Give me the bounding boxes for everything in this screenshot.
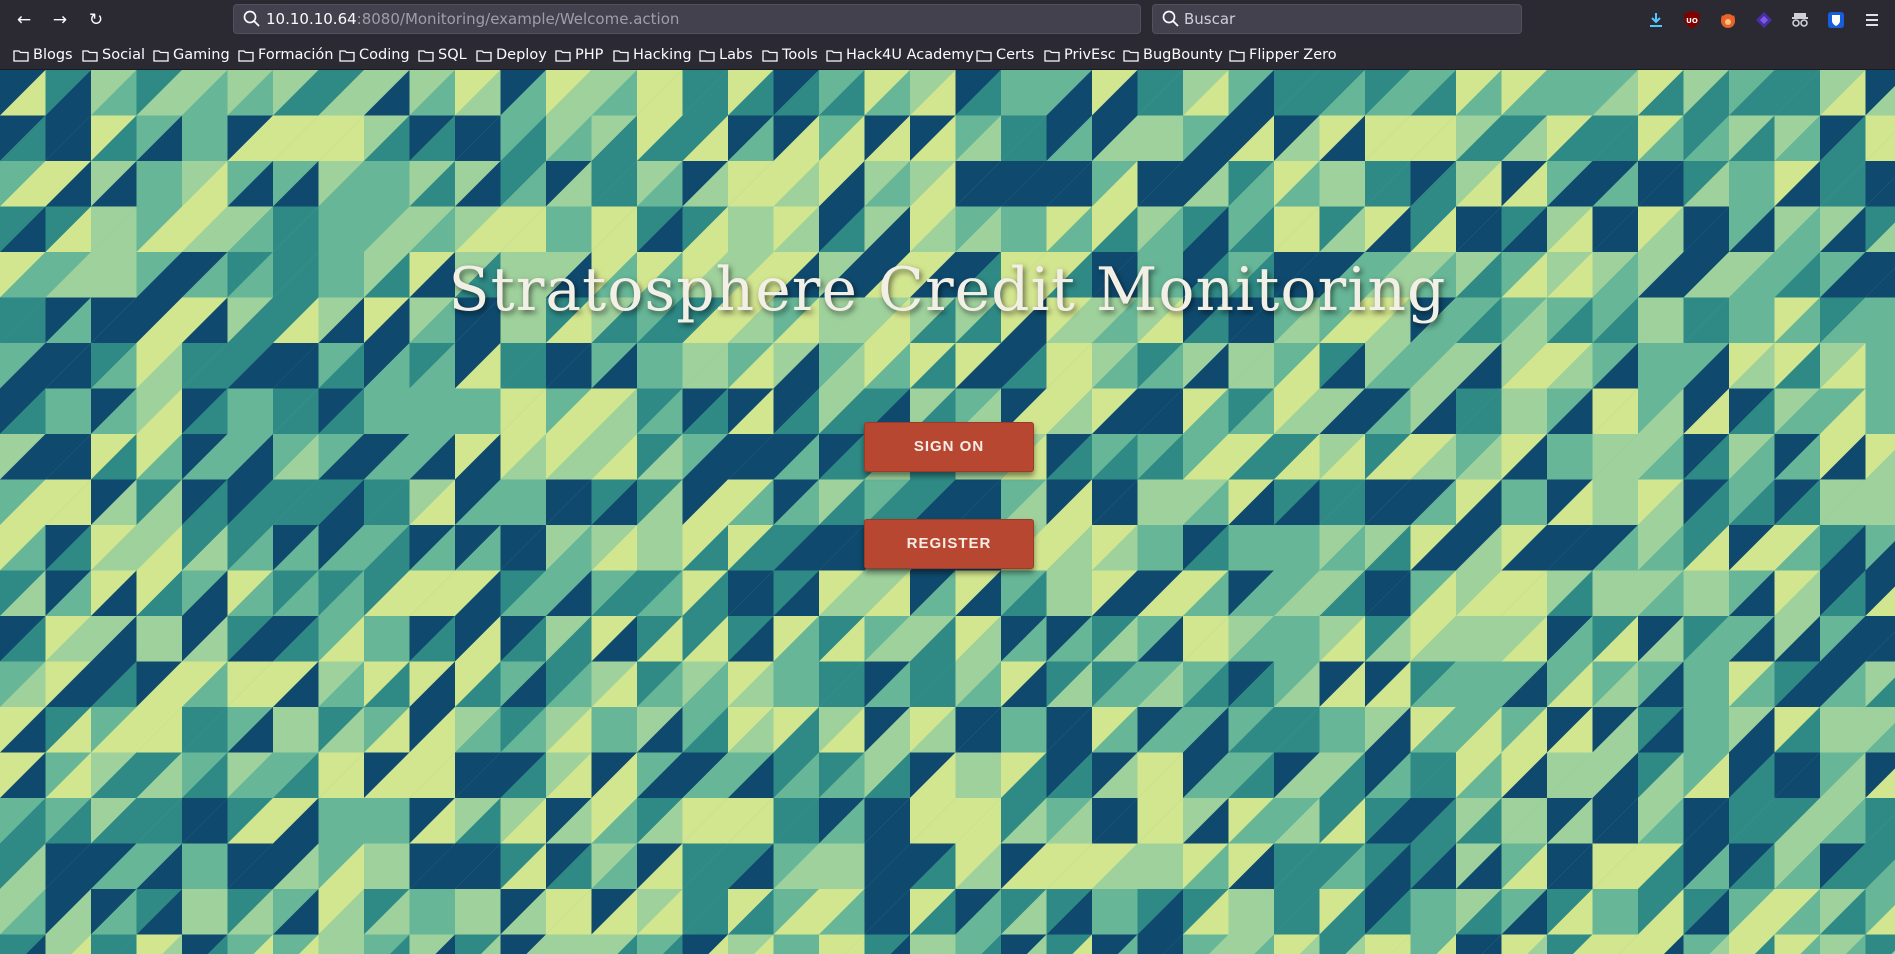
bookmark-folder-deploy[interactable]: Deploy bbox=[476, 45, 547, 65]
forward-icon[interactable]: → bbox=[48, 8, 72, 32]
bookmark-label: Hack4U Academy bbox=[846, 47, 974, 63]
folder-icon bbox=[418, 49, 434, 62]
search-placeholder: Buscar bbox=[1184, 10, 1236, 28]
folder-icon bbox=[238, 49, 254, 62]
bookmark-label: Hacking bbox=[633, 47, 692, 63]
folder-icon bbox=[82, 49, 98, 62]
folder-icon bbox=[476, 49, 492, 62]
bookmark-label: Social bbox=[102, 47, 145, 63]
bookmark-folder-formacion[interactable]: Formación bbox=[238, 45, 333, 65]
bookmark-folder-gaming[interactable]: Gaming bbox=[153, 45, 230, 65]
bookmark-label: Gaming bbox=[173, 47, 230, 63]
bookmark-label: PrivEsc bbox=[1064, 47, 1116, 63]
page-title: Stratosphere Credit Monitoring bbox=[448, 255, 1447, 325]
bookmark-folder-coding[interactable]: Coding bbox=[339, 45, 410, 65]
search-icon bbox=[1162, 10, 1179, 27]
bookmark-label: Deploy bbox=[496, 47, 547, 63]
folder-icon bbox=[1044, 49, 1060, 62]
bookmarks-bar: Blogs Social Gaming Formación Coding SQL… bbox=[0, 40, 1895, 70]
download-icon[interactable] bbox=[1646, 10, 1666, 30]
bookmark-folder-certs[interactable]: Certs bbox=[976, 45, 1034, 65]
bookmark-label: SQL bbox=[438, 47, 467, 63]
bitwarden-icon[interactable] bbox=[1826, 10, 1846, 30]
url-path: :8080/Monitoring/example/Welcome.action bbox=[356, 10, 680, 28]
bookmark-folder-social[interactable]: Social bbox=[82, 45, 145, 65]
bookmark-folder-flipper-zero[interactable]: Flipper Zero bbox=[1229, 45, 1337, 65]
bookmark-folder-privesc[interactable]: PrivEsc bbox=[1044, 45, 1116, 65]
back-icon[interactable]: ← bbox=[12, 8, 36, 32]
bookmark-folder-sql[interactable]: SQL bbox=[418, 45, 467, 65]
folder-icon bbox=[613, 49, 629, 62]
folder-icon bbox=[826, 49, 842, 62]
bookmark-folder-blogs[interactable]: Blogs bbox=[13, 45, 73, 65]
bookmark-label: Labs bbox=[719, 47, 753, 63]
browser-toolbar: ← → ↻ 10.10.10.64:8080/Monitoring/exampl… bbox=[0, 0, 1895, 40]
bookmark-label: Formación bbox=[258, 47, 334, 63]
reload-icon[interactable]: ↻ bbox=[84, 8, 108, 32]
ublock-icon[interactable]: UO bbox=[1682, 10, 1702, 30]
bookmark-label: Flipper Zero bbox=[1249, 47, 1337, 63]
register-button[interactable]: REGISTER bbox=[864, 519, 1034, 569]
bookmark-label: Coding bbox=[359, 47, 410, 63]
bookmark-label: Tools bbox=[782, 47, 818, 63]
bookmark-folder-hacking[interactable]: Hacking bbox=[613, 45, 692, 65]
folder-icon bbox=[762, 49, 778, 62]
search-icon bbox=[243, 10, 260, 27]
wappalyzer-icon[interactable] bbox=[1754, 10, 1774, 30]
bookmark-label: PHP bbox=[575, 47, 604, 63]
geometric-background bbox=[0, 70, 1895, 954]
bookmark-folder-bugbounty[interactable]: BugBounty bbox=[1123, 45, 1223, 65]
folder-icon bbox=[976, 49, 992, 62]
url-text[interactable]: 10.10.10.64:8080/Monitoring/example/Welc… bbox=[266, 5, 679, 33]
url-host: 10.10.10.64 bbox=[266, 10, 357, 28]
address-bar[interactable]: 10.10.10.64:8080/Monitoring/example/Welc… bbox=[233, 4, 1141, 34]
folder-icon bbox=[555, 49, 571, 62]
bookmark-label: Blogs bbox=[33, 47, 73, 63]
search-bar[interactable]: Buscar bbox=[1152, 4, 1522, 34]
bookmark-folder-php[interactable]: PHP bbox=[555, 45, 603, 65]
bookmark-folder-tools[interactable]: Tools bbox=[762, 45, 818, 65]
folder-icon bbox=[1123, 49, 1139, 62]
svg-text:UO: UO bbox=[1686, 17, 1698, 25]
bookmark-folder-hack4u-academy[interactable]: Hack4U Academy bbox=[826, 45, 974, 65]
folder-icon bbox=[339, 49, 355, 62]
bookmark-label: Certs bbox=[996, 47, 1035, 63]
bookmark-label: BugBounty bbox=[1143, 47, 1223, 63]
folder-icon bbox=[153, 49, 169, 62]
bookmark-folder-labs[interactable]: Labs bbox=[699, 45, 753, 65]
spy-icon[interactable] bbox=[1790, 10, 1810, 30]
menu-icon[interactable] bbox=[1862, 10, 1882, 30]
folder-icon bbox=[1229, 49, 1245, 62]
folder-icon bbox=[699, 49, 715, 62]
sign-on-button[interactable]: SIGN ON bbox=[864, 422, 1034, 472]
page-content: Stratosphere Credit Monitoring SIGN ON R… bbox=[0, 70, 1895, 954]
folder-icon bbox=[13, 49, 29, 62]
foxyproxy-icon[interactable] bbox=[1718, 10, 1738, 30]
